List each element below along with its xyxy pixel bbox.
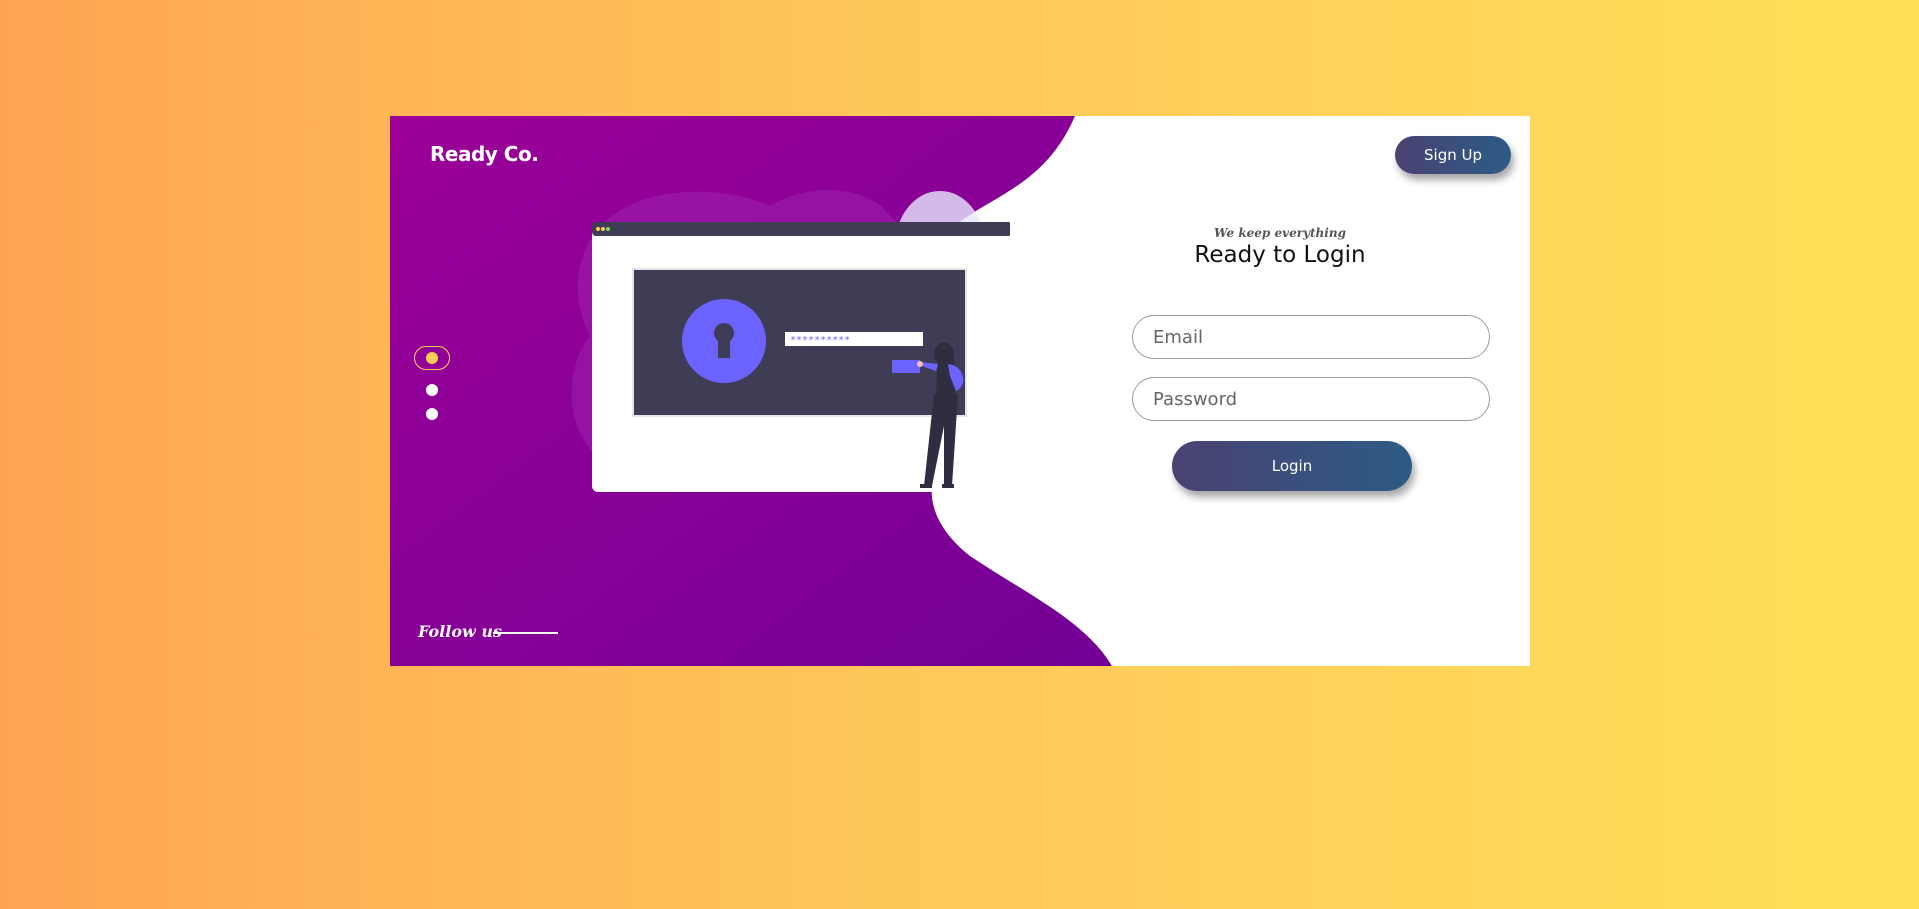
window-dot-icon bbox=[596, 227, 600, 231]
login-button[interactable]: Login bbox=[1172, 441, 1412, 491]
keyhole-icon bbox=[682, 299, 766, 383]
window-dot-icon bbox=[601, 227, 605, 231]
password-field[interactable] bbox=[1132, 377, 1490, 421]
illustration-password-mask: ********** bbox=[790, 335, 850, 346]
page-title: Ready to Login bbox=[1194, 242, 1366, 268]
form-tagline: We keep everything bbox=[1214, 226, 1346, 240]
login-card: Ready Co. ********** Follow us Sign Up W… bbox=[390, 116, 1530, 666]
window-dot-icon bbox=[606, 227, 610, 231]
carousel-dot-3[interactable] bbox=[426, 408, 438, 420]
email-field[interactable] bbox=[1132, 315, 1490, 359]
brand-logo[interactable]: Ready Co. bbox=[430, 142, 539, 166]
login-illustration: ********** bbox=[571, 189, 1010, 492]
follow-us-divider bbox=[493, 632, 558, 634]
signup-button[interactable]: Sign Up bbox=[1395, 136, 1511, 174]
carousel-dot-2[interactable] bbox=[426, 384, 438, 396]
carousel-dot-1[interactable] bbox=[414, 346, 450, 370]
follow-us-label[interactable]: Follow us bbox=[418, 622, 502, 641]
